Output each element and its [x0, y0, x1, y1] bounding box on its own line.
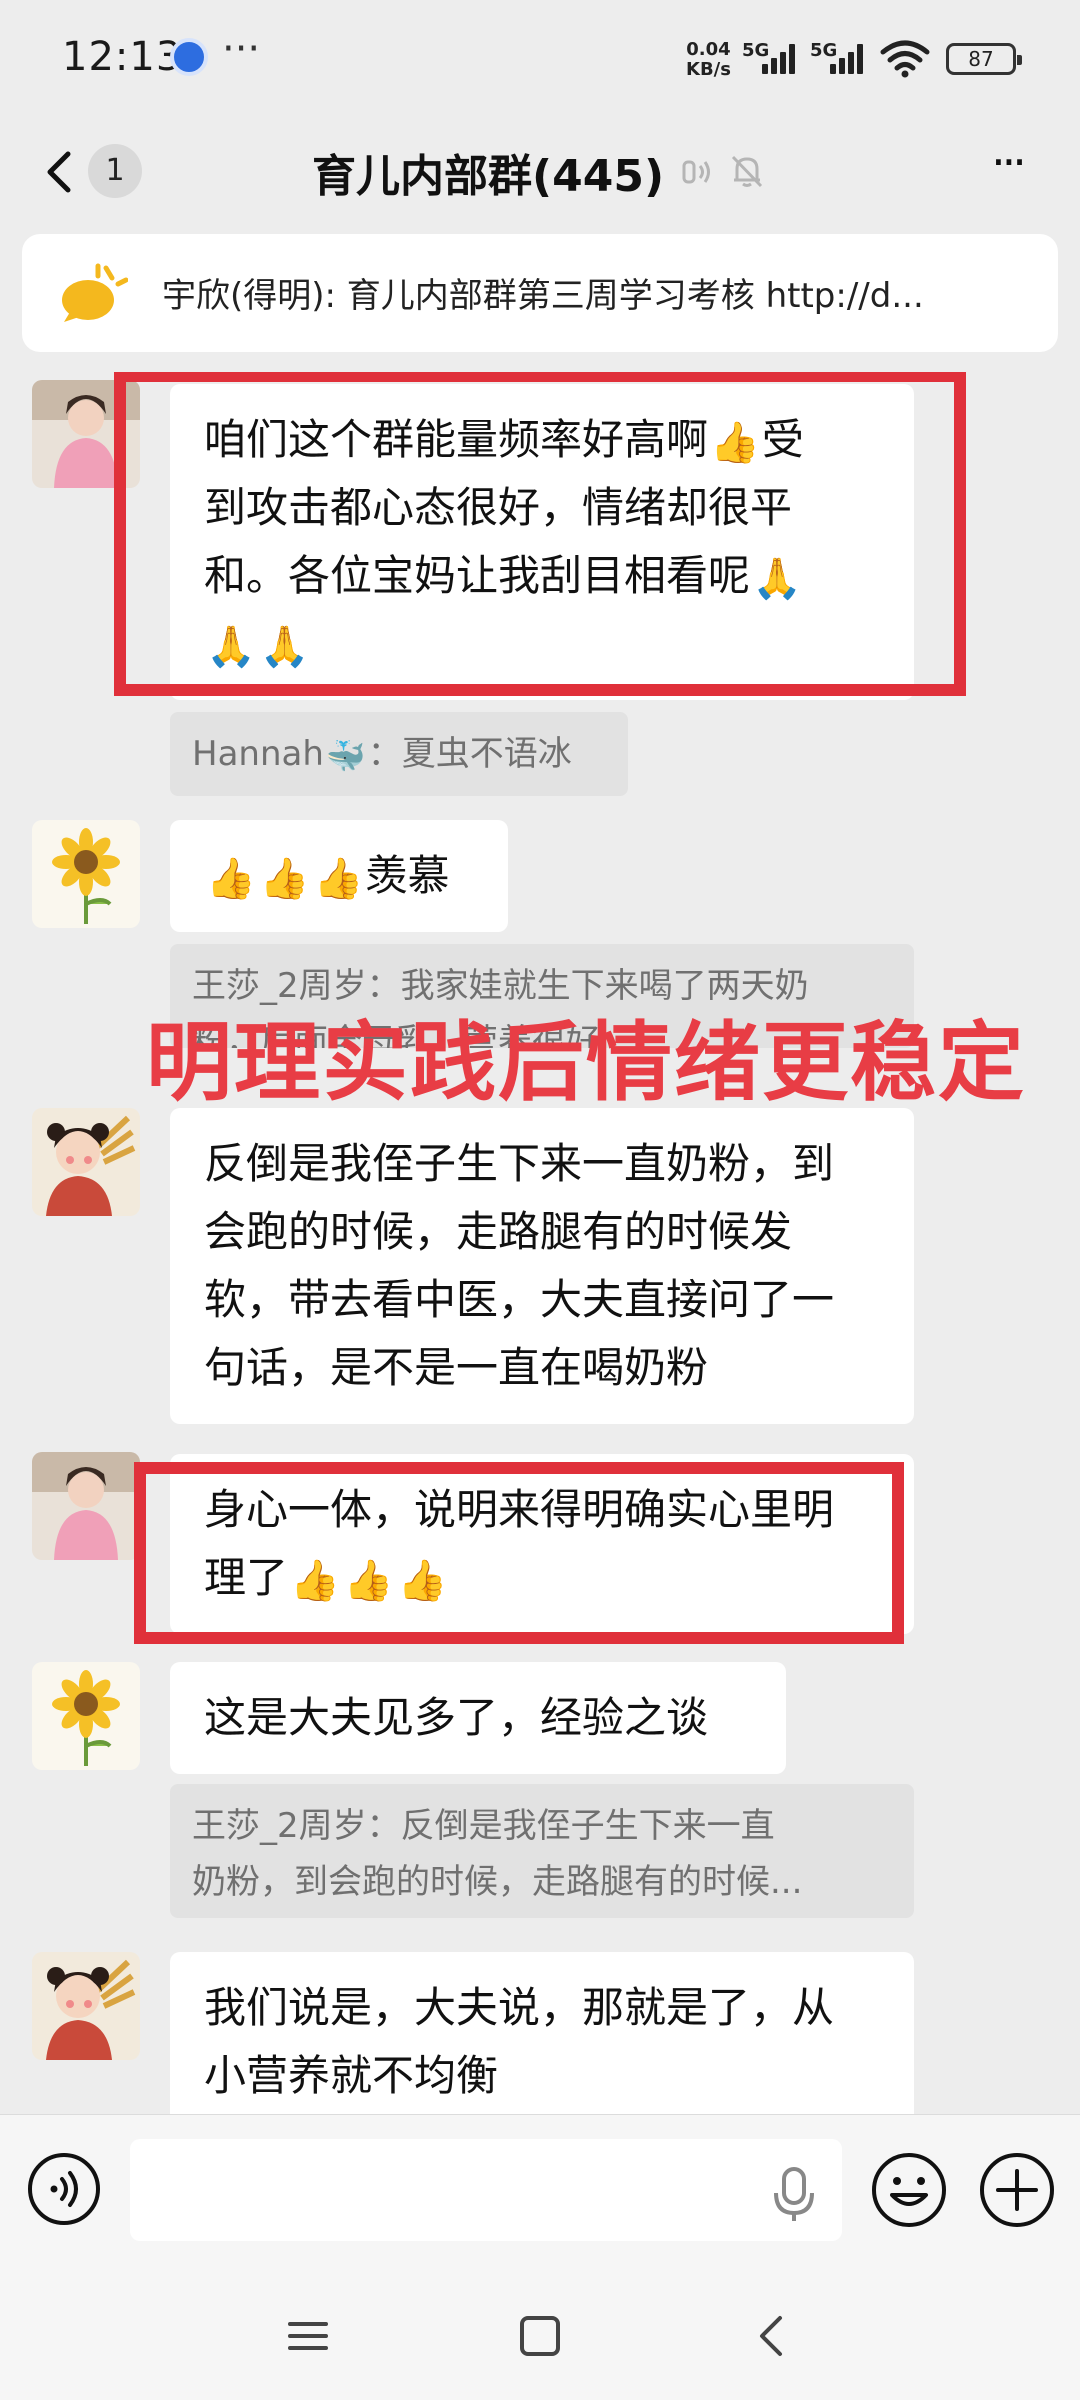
battery-indicator: 87	[946, 43, 1022, 75]
pinned-announcement[interactable]: 宇欣(得明): 育儿内部群第三周学习考核 http://d...	[22, 234, 1058, 352]
menu-icon[interactable]	[280, 2308, 336, 2364]
signal-bars-icon	[762, 44, 798, 74]
quoted-text: ：反倒是我侄子生下来一直	[366, 1806, 775, 1846]
message-text: 会跑的时候，走路腿有的时候发	[204, 1207, 793, 1256]
avatar[interactable]	[32, 1662, 140, 1770]
message-bubble[interactable]: 这是大夫见多了，经验之谈	[170, 1662, 786, 1774]
pray-emoji-icon: 🙏	[206, 623, 256, 670]
voice-input-toggle-icon[interactable]	[26, 2151, 102, 2227]
thumbs-up-emoji-icon: 👍	[290, 1557, 340, 1604]
emoji-picker-icon[interactable]	[870, 2151, 948, 2229]
earpiece-mode-icon	[682, 160, 710, 184]
girl-wheat-avatar-icon	[32, 1108, 140, 1216]
avatar[interactable]	[32, 1452, 140, 1560]
status-time: 12:13	[62, 34, 183, 80]
pray-emoji-icon: 🙏	[259, 623, 310, 670]
input-bar	[0, 2114, 1080, 2272]
message-text: 理了	[204, 1553, 289, 1602]
network-speed-unit: KB/s	[686, 59, 731, 80]
mute-bell-icon	[731, 155, 763, 188]
avatar[interactable]	[32, 1952, 140, 2060]
more-options-button[interactable]: ···	[972, 139, 1042, 202]
quoted-sender: 王莎_2周岁	[192, 1806, 367, 1846]
avatar[interactable]	[32, 1108, 140, 1216]
back-button[interactable]: 1	[40, 140, 150, 202]
sunflower-avatar-icon	[32, 1662, 140, 1770]
overlay-caption: 明理实践后情绪更稳定	[146, 1013, 1026, 1113]
message-text: 句话，是不是一直在喝奶粉	[204, 1343, 709, 1392]
group-title[interactable]: 育儿内部群(445)	[312, 140, 664, 204]
quoted-message[interactable]: 王莎_2周岁：反倒是我侄子生下来一直 奶粉，到会跑的时候，走路腿有的时候...	[170, 1784, 914, 1918]
app-notification-icon	[170, 38, 208, 76]
quoted-text: ：夏虫不语冰	[367, 734, 572, 774]
status-bar: 12:13 ··· 0.04 KB/s 5G 5G 87	[0, 0, 1080, 118]
whale-emoji-icon: 🐳	[325, 736, 366, 775]
sunflower-avatar-icon	[32, 820, 140, 928]
message-input[interactable]	[130, 2139, 842, 2241]
quoted-sender: Hannah	[192, 734, 324, 774]
network-speed: 0.04 KB/s	[686, 40, 731, 80]
pinned-announcement-text: 宇欣(得明): 育儿内部群第三周学习考核 http://d...	[162, 276, 924, 316]
message-text: 受	[761, 415, 804, 464]
thumbs-up-emoji-icon: 👍	[206, 855, 256, 902]
message-text: 反倒是我侄子生下来一直奶粉，到	[204, 1139, 835, 1188]
message-bubble[interactable]: 反倒是我侄子生下来一直奶粉，到 会跑的时候，走路腿有的时候发 软，带去看中医，大…	[170, 1108, 914, 1424]
announcement-megaphone-icon	[62, 263, 128, 322]
thumbs-up-emoji-icon: 👍	[259, 855, 310, 902]
woman-pink-avatar-icon	[32, 1452, 140, 1560]
girl-wheat-avatar-icon	[32, 1952, 140, 2060]
thumbs-up-emoji-icon: 👍	[710, 419, 760, 466]
pray-emoji-icon: 🙏	[752, 555, 802, 602]
more-actions-plus-icon[interactable]	[978, 2151, 1056, 2229]
message-text: 我们说是，大夫说，那就是了，从	[204, 1983, 835, 2032]
system-navigation-bar	[0, 2272, 1080, 2400]
signal-bars-icon	[830, 44, 866, 74]
more-notifications-indicator: ···	[222, 26, 261, 72]
message-text: 到攻击都心态很好，情绪却很平	[204, 483, 793, 532]
chat-header: 1 育儿内部群(445) ···	[0, 118, 1080, 224]
message-bubble[interactable]: 咱们这个群能量频率好高啊👍受 到攻击都心态很好，情绪却很平 和。各位宝妈让我刮目…	[170, 384, 914, 700]
message-bubble[interactable]: 身心一体，说明来得明确实心里明 理了👍 👍 👍	[170, 1454, 914, 1634]
avatar[interactable]	[32, 380, 140, 488]
message-text: 羡慕	[365, 851, 450, 900]
thumbs-up-emoji-icon: 👍	[343, 1557, 394, 1604]
message-text: 咱们这个群能量频率好高啊	[204, 415, 709, 464]
message-list[interactable]: 咱们这个群能量频率好高啊👍受 到攻击都心态很好，情绪却很平 和。各位宝妈让我刮目…	[0, 372, 1080, 2114]
home-icon[interactable]	[512, 2308, 568, 2364]
microphone-icon[interactable]	[772, 2167, 816, 2223]
unread-count-badge: 1	[88, 144, 142, 198]
wifi-icon	[880, 40, 930, 78]
message-bubble[interactable]: 👍 👍 👍羡慕	[170, 820, 508, 932]
message-text: 这是大夫见多了，经验之谈	[204, 1693, 709, 1742]
thumbs-up-emoji-icon: 👍	[397, 1557, 448, 1604]
woman-pink-avatar-icon	[32, 380, 140, 488]
message-text: 身心一体，说明来得明确实心里明	[204, 1485, 835, 1534]
thumbs-up-emoji-icon: 👍	[313, 855, 364, 902]
message-text: 软，带去看中医，大夫直接问了一	[204, 1275, 835, 1324]
network-speed-value: 0.04	[686, 39, 731, 60]
message-bubble[interactable]: 我们说是，大夫说，那就是了，从 小营养就不均衡	[170, 1952, 914, 2114]
avatar[interactable]	[32, 820, 140, 928]
back-nav-icon[interactable]	[744, 2308, 800, 2364]
quoted-message[interactable]: Hannah🐳：夏虫不语冰	[170, 712, 628, 796]
message-text: 小营养就不均衡	[204, 2051, 499, 2100]
quoted-text-line-2: 奶粉，到会跑的时候，走路腿有的时候...	[192, 1862, 803, 1902]
message-text: 和。各位宝妈让我刮目相看呢	[204, 551, 751, 600]
back-chevron-icon	[47, 151, 71, 193]
